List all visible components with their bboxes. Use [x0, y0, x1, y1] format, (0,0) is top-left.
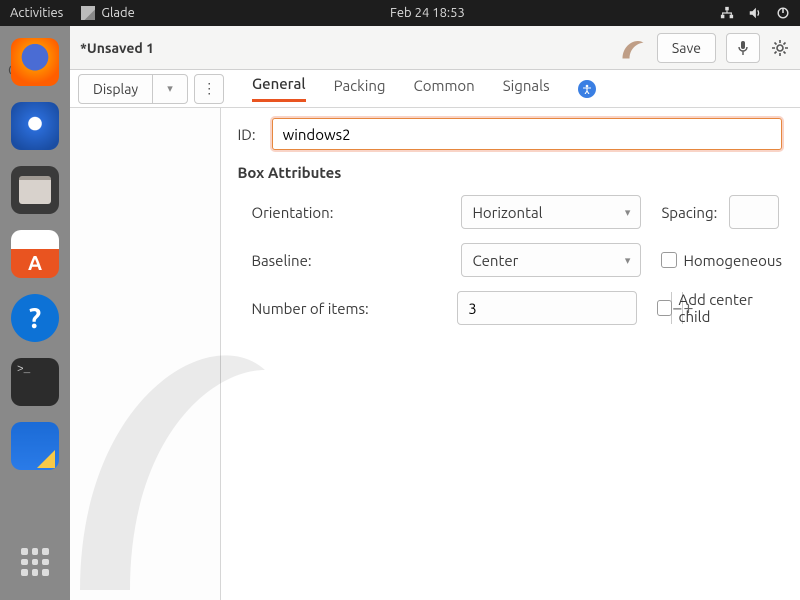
- activities-button[interactable]: Activities: [10, 6, 63, 20]
- window-title: *Unsaved 1: [80, 40, 154, 56]
- chevron-down-icon: ▾: [167, 82, 173, 95]
- dock-help[interactable]: ?: [11, 294, 59, 342]
- save-button[interactable]: Save: [657, 33, 716, 63]
- current-app[interactable]: Glade: [81, 6, 135, 20]
- tab-common[interactable]: Common: [414, 77, 475, 101]
- voice-or-mic-button[interactable]: [726, 33, 760, 63]
- ubuntu-dock: ? >_: [0, 26, 70, 600]
- dock-files[interactable]: [11, 166, 59, 214]
- volume-icon[interactable]: [748, 6, 762, 20]
- id-input[interactable]: [272, 118, 782, 150]
- dock-software[interactable]: [11, 230, 59, 278]
- dock-thunderbird[interactable]: [11, 102, 59, 150]
- network-icon[interactable]: [720, 6, 734, 20]
- spacing-input[interactable]: [729, 195, 779, 229]
- glade-watermark: [70, 280, 270, 600]
- numitems-input[interactable]: − +: [457, 291, 637, 325]
- property-tabs: General Packing Common Signals: [230, 75, 800, 102]
- glade-window: *Unsaved 1 Save Display ▾ ⋮ General Pack…: [70, 26, 800, 600]
- kebab-icon: ⋮: [202, 80, 215, 97]
- mic-icon: [736, 40, 750, 56]
- checkbox-box: [661, 252, 677, 268]
- display-dropdown[interactable]: ▾: [153, 75, 187, 103]
- display-label: Display: [79, 75, 152, 103]
- glade-logo-icon: [619, 34, 647, 62]
- baseline-label: Baseline:: [251, 252, 451, 269]
- gear-icon: [771, 39, 789, 57]
- gnome-topbar: Activities Glade Feb 24 18:53: [0, 0, 800, 26]
- orientation-label: Orientation:: [251, 204, 451, 221]
- tab-general[interactable]: General: [252, 75, 306, 102]
- section-box-attributes: Box Attributes: [237, 164, 782, 181]
- settings-button[interactable]: [770, 33, 790, 63]
- dock-terminal[interactable]: >_: [11, 358, 59, 406]
- clock[interactable]: Feb 24 18:53: [135, 6, 720, 20]
- tab-accessibility[interactable]: [578, 80, 596, 98]
- chevron-down-icon: ▾: [625, 254, 631, 267]
- tab-packing[interactable]: Packing: [334, 77, 386, 101]
- toolbar: Display ▾ ⋮ General Packing Common Signa…: [70, 70, 800, 108]
- display-mode[interactable]: Display ▾: [78, 74, 188, 104]
- accessibility-icon: [582, 84, 592, 94]
- spacing-label: Spacing:: [661, 204, 717, 221]
- id-label: ID:: [237, 126, 255, 143]
- show-applications[interactable]: [17, 544, 53, 580]
- tab-signals[interactable]: Signals: [503, 77, 550, 101]
- numitems-label: Number of items:: [251, 300, 447, 317]
- widget-tree-pane[interactable]: [70, 108, 221, 600]
- power-icon[interactable]: [776, 6, 790, 20]
- checkbox-box: [657, 300, 672, 316]
- homogeneous-checkbox[interactable]: Homogeneous: [661, 252, 782, 269]
- properties-panel: ID: Box Attributes Orientation: Horizont…: [221, 108, 800, 600]
- chevron-down-icon: ▾: [625, 206, 631, 219]
- glade-app-icon: [81, 6, 95, 20]
- headerbar: *Unsaved 1 Save: [70, 26, 800, 70]
- dock-glade[interactable]: [11, 422, 59, 470]
- addcenter-checkbox[interactable]: Add center child: [657, 291, 782, 325]
- orientation-select[interactable]: Horizontal ▾: [461, 195, 641, 229]
- more-button[interactable]: ⋮: [194, 74, 224, 104]
- dock-firefox[interactable]: [11, 38, 59, 86]
- baseline-select[interactable]: Center ▾: [461, 243, 641, 277]
